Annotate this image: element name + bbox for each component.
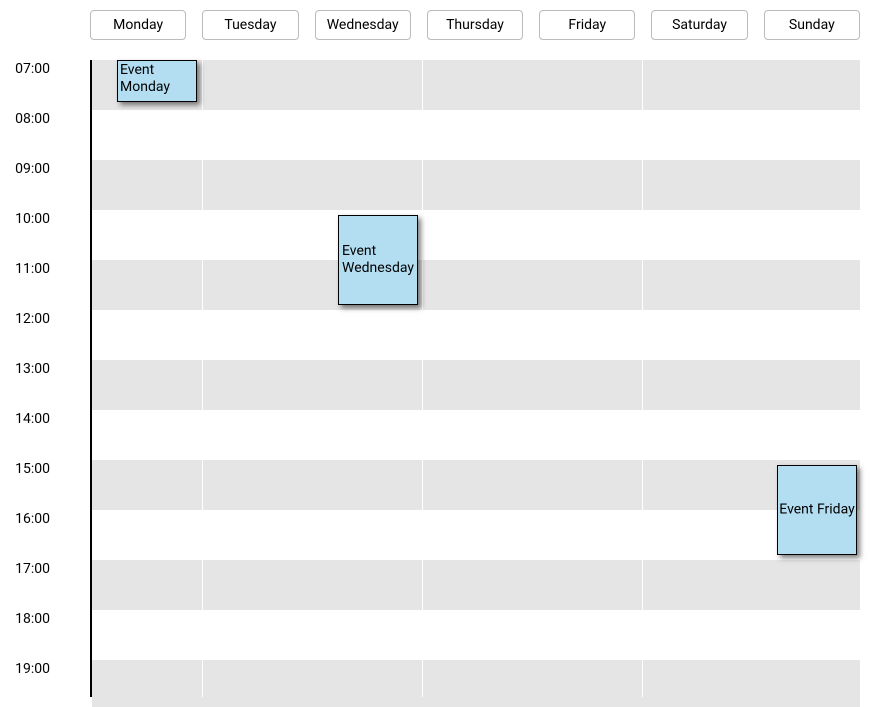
day-header-thursday[interactable]: Thursday <box>427 10 523 40</box>
hour-row <box>92 360 860 410</box>
time-label: 19:00 <box>15 661 50 677</box>
time-label: 12:00 <box>15 311 50 327</box>
event-title: Event Friday <box>777 501 856 520</box>
hour-row <box>92 410 860 460</box>
hour-row <box>92 110 860 160</box>
time-label: 18:00 <box>15 611 50 627</box>
day-header-saturday[interactable]: Saturday <box>651 10 747 40</box>
day-header-wednesday[interactable]: Wednesday <box>315 10 411 40</box>
hour-row <box>92 610 860 660</box>
day-header-tuesday[interactable]: Tuesday <box>202 10 298 40</box>
hour-row <box>92 510 860 560</box>
time-label: 10:00 <box>15 211 50 227</box>
hour-row <box>92 60 860 110</box>
day-separator <box>422 60 423 697</box>
time-label: 07:00 <box>15 61 50 77</box>
calendar-grid[interactable]: Event Monday Event Wednesday Event Frida… <box>90 60 860 697</box>
time-label: 14:00 <box>15 411 50 427</box>
hour-row <box>92 210 860 260</box>
event-wednesday[interactable]: Event Wednesday <box>338 215 418 305</box>
time-label: 08:00 <box>15 111 50 127</box>
event-title: Event Monday <box>118 61 196 97</box>
day-header-row: Monday Tuesday Wednesday Thursday Friday… <box>90 10 860 40</box>
day-header-monday[interactable]: Monday <box>90 10 186 40</box>
day-separator <box>202 60 203 697</box>
hour-row <box>92 310 860 360</box>
event-monday[interactable]: Event Monday <box>117 60 197 102</box>
day-header-friday[interactable]: Friday <box>539 10 635 40</box>
time-label: 11:00 <box>15 261 50 277</box>
day-header-sunday[interactable]: Sunday <box>764 10 860 40</box>
hour-row <box>92 460 860 510</box>
time-label: 09:00 <box>15 161 50 177</box>
day-separator <box>642 60 643 697</box>
time-label: 17:00 <box>15 561 50 577</box>
time-label: 15:00 <box>15 461 50 477</box>
event-friday[interactable]: Event Friday <box>777 465 857 555</box>
hour-row <box>92 260 860 310</box>
hour-row <box>92 560 860 610</box>
hour-row <box>92 660 860 707</box>
week-calendar: Monday Tuesday Wednesday Thursday Friday… <box>0 0 870 707</box>
time-label: 13:00 <box>15 361 50 377</box>
hour-row <box>92 160 860 210</box>
time-label: 16:00 <box>15 511 50 527</box>
event-title: Event Wednesday <box>340 242 416 278</box>
